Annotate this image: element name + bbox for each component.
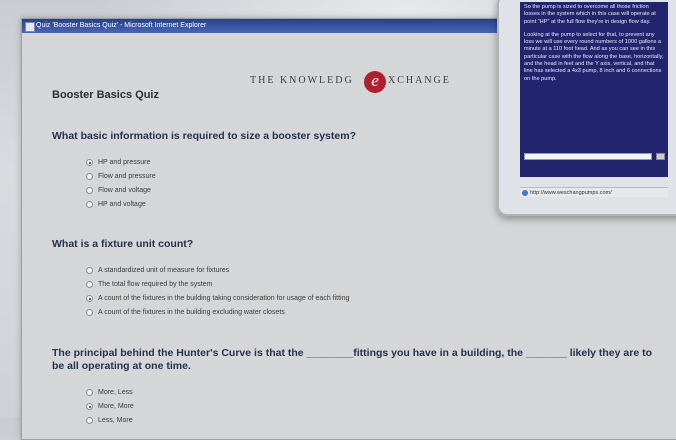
option-item[interactable]: More, More — [86, 401, 134, 415]
radio-button[interactable] — [86, 267, 93, 274]
option-label: More, More — [98, 403, 134, 410]
option-label: More, Less — [98, 389, 133, 396]
option-label: A count of the fixtures in the building … — [98, 309, 285, 316]
logo-text-left: THE KNOWLEDG — [250, 75, 354, 86]
question-3-options: More, Less More, More Less, More — [86, 387, 134, 429]
option-item[interactable]: HP and voltage — [86, 199, 156, 213]
question-2-options: A standardized unit of measure for fixtu… — [86, 265, 349, 321]
option-label: Flow and pressure — [98, 173, 156, 180]
option-item[interactable]: A standardized unit of measure for fixtu… — [86, 265, 349, 279]
knowledge-exchange-logo: THE KNOWLEDG e XCHANGE — [250, 71, 449, 93]
question-3: The principal behind the Hunter's Curve … — [52, 347, 652, 372]
radio-button[interactable] — [86, 159, 93, 166]
option-item[interactable]: Less, More — [86, 415, 134, 429]
radio-button[interactable] — [86, 281, 93, 288]
radio-button[interactable] — [86, 417, 93, 424]
option-item[interactable]: Flow and voltage — [86, 185, 156, 199]
search-input[interactable] — [524, 153, 652, 160]
go-button[interactable] — [656, 153, 665, 160]
ie-icon — [25, 22, 35, 32]
option-item[interactable]: More, Less — [86, 387, 134, 401]
logo-text-right: XCHANGE — [388, 75, 451, 86]
option-label: A standardized unit of measure for fixtu… — [98, 267, 230, 274]
option-item[interactable]: The total flow required by the system — [86, 279, 349, 293]
question-1: What basic information is required to si… — [52, 130, 356, 142]
option-item[interactable]: HP and pressure — [86, 157, 156, 171]
option-label: Less, More — [98, 417, 133, 424]
globe-icon — [522, 190, 528, 196]
option-label: HP and pressure — [98, 159, 151, 166]
radio-button[interactable] — [86, 173, 93, 180]
question-2: What is a fixture unit count? — [52, 238, 194, 250]
window-title: Quiz 'Booster Basics Quiz' - Microsoft I… — [36, 22, 207, 29]
radio-button[interactable] — [86, 295, 93, 302]
option-item[interactable]: Flow and pressure — [86, 171, 156, 185]
option-label: HP and voltage — [98, 201, 146, 208]
option-label: A count of the fixtures in the building … — [98, 295, 350, 302]
radio-button[interactable] — [86, 187, 93, 194]
transcript-paragraph: So the pump is sized to overcome all tho… — [524, 4, 656, 25]
radio-button[interactable] — [86, 403, 93, 410]
transcript-paragraph: Looking at the pump to select for that, … — [524, 31, 664, 82]
option-label: Flow and voltage — [98, 187, 151, 194]
question-1-options: HP and pressure Flow and pressure Flow a… — [86, 157, 156, 213]
option-item[interactable]: A count of the fixtures in the building … — [86, 293, 349, 307]
radio-button[interactable] — [86, 201, 93, 208]
radio-button[interactable] — [86, 309, 93, 316]
quiz-title: Booster Basics Quiz — [52, 89, 159, 101]
transcript-popup-window: So the pump is sized to overcome all tho… — [497, 0, 676, 216]
status-url: http://www.weschangpumps.com/ — [530, 190, 612, 196]
transcript-search — [520, 152, 668, 162]
option-label: The total flow required by the system — [98, 281, 213, 288]
radio-button[interactable] — [86, 389, 93, 396]
status-bar: http://www.weschangpumps.com/ — [520, 187, 668, 197]
option-item[interactable]: A count of the fixtures in the building … — [86, 307, 349, 321]
transcript-panel[interactable]: So the pump is sized to overcome all tho… — [520, 2, 668, 177]
logo-e-icon: e — [364, 71, 386, 93]
